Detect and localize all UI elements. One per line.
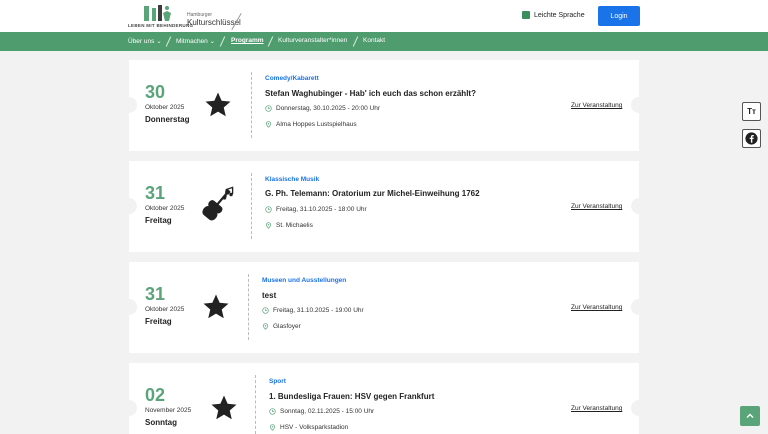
event-link[interactable]: Zur Veranstaltung	[571, 203, 622, 210]
event-category: Klassische Musik	[265, 176, 320, 183]
event-title: 1. Bundesliga Frauen: HSV gegen Frankfur…	[269, 392, 435, 401]
card-divider	[251, 173, 252, 239]
event-link[interactable]: Zur Veranstaltung	[571, 405, 622, 412]
event-datetime-text: Sonntag, 02.11.2025 - 15:00 Uhr	[280, 408, 375, 415]
event-datetime: Freitag, 31.10.2025 - 18:00 Uhr	[265, 206, 367, 213]
event-datetime-text: Donnerstag, 30.10.2025 - 20:00 Uhr	[276, 105, 381, 112]
event-month: Oktober 2025	[145, 306, 185, 313]
event-link[interactable]: Zur Veranstaltung	[571, 102, 622, 109]
event-title: G. Ph. Telemann: Oratorium zur Michel-Ei…	[265, 189, 480, 198]
chevron-up-icon	[746, 413, 754, 418]
event-location: St. Michaelis	[265, 222, 313, 229]
event-day: 31	[145, 284, 166, 304]
card-notch	[631, 299, 647, 315]
nav-item-ueber-uns[interactable]: Über uns ⌄	[128, 37, 162, 45]
scroll-to-top-button[interactable]	[740, 406, 760, 426]
main-nav: Über uns ⌄ Mitmachen ⌄ Programm Kulturve…	[0, 32, 768, 51]
event-datetime: Sonntag, 02.11.2025 - 15:00 Uhr	[269, 408, 374, 415]
facebook-button[interactable]	[742, 129, 761, 148]
facebook-icon	[745, 132, 758, 145]
event-category: Sport	[269, 378, 286, 385]
nav-item-kulturveranstalter[interactable]: Kulturveranstalter*innen	[278, 37, 347, 44]
easy-language-label: Leichte Sprache	[534, 11, 585, 19]
location-pin-icon	[263, 323, 268, 330]
card-divider	[255, 375, 256, 434]
event-datetime: Donnerstag, 30.10.2025 - 20:00 Uhr	[265, 105, 380, 112]
clock-icon	[262, 307, 269, 314]
event-location-text: Glasfoyer	[273, 323, 301, 330]
card-notch	[121, 299, 137, 315]
star-icon	[205, 92, 231, 117]
event-day: 02	[145, 385, 166, 405]
event-datetime-text: Freitag, 31.10.2025 - 18:00 Uhr	[276, 206, 367, 213]
card-divider	[251, 72, 252, 138]
event-location-text: HSV - Volksparkstadion	[280, 424, 349, 431]
easy-language-icon	[522, 11, 530, 19]
star-icon	[203, 294, 229, 319]
easy-language-link[interactable]: Leichte Sprache	[522, 11, 585, 19]
event-day: 31	[145, 183, 166, 203]
event-location: Alma Hoppes Lustspielhaus	[265, 121, 357, 128]
chevron-down-icon: ⌄	[209, 38, 216, 45]
event-location-text: St. Michaelis	[276, 222, 313, 229]
clock-icon	[265, 105, 272, 112]
nav-item-programm[interactable]: Programm	[231, 37, 264, 44]
nav-separator	[165, 36, 172, 47]
top-header: LEBEN MIT BEHINDERUNG Hamburger Kultursc…	[0, 0, 768, 32]
logo-icon	[144, 5, 171, 21]
location-pin-icon	[266, 222, 271, 229]
event-month: November 2025	[145, 407, 192, 414]
card-notch	[121, 198, 137, 214]
site-logo[interactable]: LEBEN MIT BEHINDERUNG	[128, 4, 193, 30]
event-weekday: Freitag	[145, 317, 172, 326]
card-notch	[121, 400, 137, 416]
event-day: 30	[145, 82, 166, 102]
event-category: Museen und Ausstellungen	[262, 277, 347, 284]
logo-caption: LEBEN MIT BEHINDERUNG	[128, 23, 194, 28]
event-month: Oktober 2025	[145, 205, 185, 212]
location-pin-icon	[266, 121, 271, 128]
clock-icon	[265, 206, 272, 213]
event-category: Comedy/Kabarett	[265, 75, 319, 82]
nav-item-kontakt[interactable]: Kontakt	[363, 37, 385, 44]
star-icon	[211, 395, 237, 420]
event-weekday: Donnerstag	[145, 115, 190, 124]
event-card[interactable]: 31 Oktober 2025 Freitag Klassische Musik…	[121, 161, 647, 252]
event-card[interactable]: 30 Oktober 2025 Donnerstag Comedy/Kabare…	[121, 60, 647, 151]
event-title: Stefan Waghubinger - Hab' ich euch das s…	[265, 89, 476, 98]
location-pin-icon	[270, 424, 275, 431]
clock-icon	[269, 408, 276, 415]
chevron-down-icon: ⌄	[156, 38, 162, 45]
violin-icon	[202, 186, 234, 221]
event-month: Oktober 2025	[145, 104, 185, 111]
card-notch	[631, 198, 647, 214]
card-divider	[248, 274, 249, 340]
event-card[interactable]: 02 November 2025 Sonntag Sport 1. Bundes…	[121, 363, 647, 434]
card-notch	[631, 97, 647, 113]
card-notch	[121, 97, 137, 113]
event-datetime: Freitag, 31.10.2025 - 19:00 Uhr	[262, 307, 364, 314]
event-title: test	[262, 291, 277, 300]
nav-item-mitmachen[interactable]: Mitmachen ⌄	[176, 37, 215, 45]
font-size-button[interactable]: Tт	[742, 102, 761, 121]
event-card[interactable]: 31 Oktober 2025 Freitag Museen und Ausst…	[121, 262, 647, 353]
event-location: HSV - Volksparkstadion	[269, 424, 348, 431]
event-location: Glasfoyer	[262, 323, 301, 330]
event-weekday: Freitag	[145, 216, 172, 225]
event-location-text: Alma Hoppes Lustspielhaus	[276, 121, 357, 128]
event-weekday: Sonntag	[145, 418, 177, 427]
nav-separator	[267, 36, 274, 47]
nav-separator	[219, 36, 226, 47]
event-link[interactable]: Zur Veranstaltung	[571, 304, 622, 311]
login-button[interactable]: Login	[598, 6, 640, 26]
event-datetime-text: Freitag, 31.10.2025 - 19:00 Uhr	[273, 307, 364, 314]
font-size-icon: Tт	[747, 107, 756, 116]
nav-separator	[352, 36, 359, 47]
card-notch	[631, 400, 647, 416]
